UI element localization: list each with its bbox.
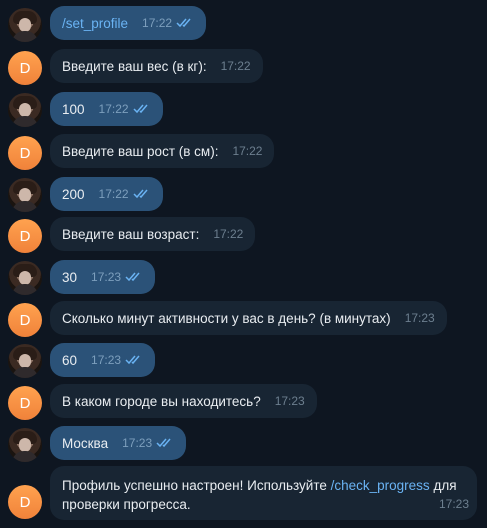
read-checkmarks-icon bbox=[125, 272, 140, 282]
message-time: 17:22 bbox=[213, 227, 244, 241]
message-time: 17:22 bbox=[98, 102, 129, 116]
message-text: Москва bbox=[62, 435, 109, 451]
user-avatar[interactable] bbox=[8, 178, 42, 212]
message-time: 17:23 bbox=[274, 394, 305, 408]
message-text-part: Профиль успешно настроен! Используйте bbox=[62, 478, 331, 493]
message-text: Введите ваш рост (в см): bbox=[62, 143, 219, 159]
message-bubble[interactable]: Введите ваш возраст: 17:22 bbox=[50, 217, 256, 251]
message-text: Сколько минут активности у вас в день? (… bbox=[62, 310, 391, 326]
message-time: 17:22 bbox=[98, 187, 129, 201]
read-checkmarks-icon bbox=[156, 438, 171, 448]
message-bubble[interactable]: Сколько минут активности у вас в день? (… bbox=[50, 301, 447, 335]
message-time: 17:23 bbox=[438, 497, 469, 511]
command-link[interactable]: /check_progress bbox=[331, 478, 430, 493]
message-time: 17:23 bbox=[91, 270, 122, 284]
message-bubble[interactable]: Профиль успешно настроен! Используйте /c… bbox=[50, 466, 477, 520]
read-checkmarks-icon bbox=[133, 189, 148, 199]
message-text: В каком городе вы находитесь? bbox=[62, 393, 261, 409]
message-bubble[interactable]: Введите ваш рост (в см): 17:22 bbox=[50, 134, 275, 168]
bot-avatar[interactable]: D bbox=[8, 386, 42, 420]
message-bubble[interactable]: 30 17:23 bbox=[50, 260, 156, 294]
message-time: 17:22 bbox=[220, 59, 251, 73]
read-checkmarks-icon bbox=[176, 18, 191, 28]
message-text: Введите ваш возраст: bbox=[62, 226, 200, 242]
message-bubble[interactable]: 100 17:22 bbox=[50, 92, 163, 126]
command-link[interactable]: /set_profile bbox=[62, 16, 128, 31]
user-avatar[interactable] bbox=[8, 344, 42, 378]
message-bubble[interactable]: В каком городе вы находитесь? 17:23 bbox=[50, 384, 317, 418]
message-bubble[interactable]: /set_profile 17:22 bbox=[50, 6, 207, 40]
message-text: 200 bbox=[62, 186, 85, 202]
chat-history: /set_profile 17:22 D Введите ваш вес (в … bbox=[0, 0, 487, 528]
message-time: 17:22 bbox=[232, 144, 263, 158]
bot-avatar[interactable]: D bbox=[8, 51, 42, 85]
message-bubble[interactable]: 200 17:22 bbox=[50, 177, 163, 211]
message-text: 30 bbox=[62, 269, 78, 285]
message-bubble[interactable]: 60 17:23 bbox=[50, 343, 156, 377]
message-text: Введите ваш вес (в кг): bbox=[62, 58, 207, 74]
user-avatar[interactable] bbox=[8, 93, 42, 127]
message-time: 17:22 bbox=[142, 16, 173, 30]
message-time: 17:23 bbox=[404, 311, 435, 325]
message-text-part: для bbox=[429, 478, 457, 493]
message-time: 17:23 bbox=[91, 353, 122, 367]
user-avatar[interactable] bbox=[8, 428, 42, 462]
user-avatar[interactable] bbox=[8, 8, 42, 42]
read-checkmarks-icon bbox=[133, 104, 148, 114]
bot-avatar[interactable]: D bbox=[8, 485, 42, 519]
bot-avatar[interactable]: D bbox=[8, 136, 42, 170]
message-text-line: проверки прогресса. bbox=[62, 497, 191, 512]
message-time: 17:23 bbox=[122, 436, 153, 450]
message-bubble[interactable]: Введите ваш вес (в кг): 17:22 bbox=[50, 49, 263, 83]
bot-avatar[interactable]: D bbox=[8, 303, 42, 337]
message-text: 60 bbox=[62, 352, 78, 368]
message-text: Профиль успешно настроен! Используйте /c… bbox=[62, 476, 465, 495]
message-bubble[interactable]: Москва 17:23 bbox=[50, 426, 187, 460]
message-text: 100 bbox=[62, 101, 85, 117]
user-avatar[interactable] bbox=[8, 261, 42, 295]
read-checkmarks-icon bbox=[125, 355, 140, 365]
bot-avatar[interactable]: D bbox=[8, 219, 42, 253]
